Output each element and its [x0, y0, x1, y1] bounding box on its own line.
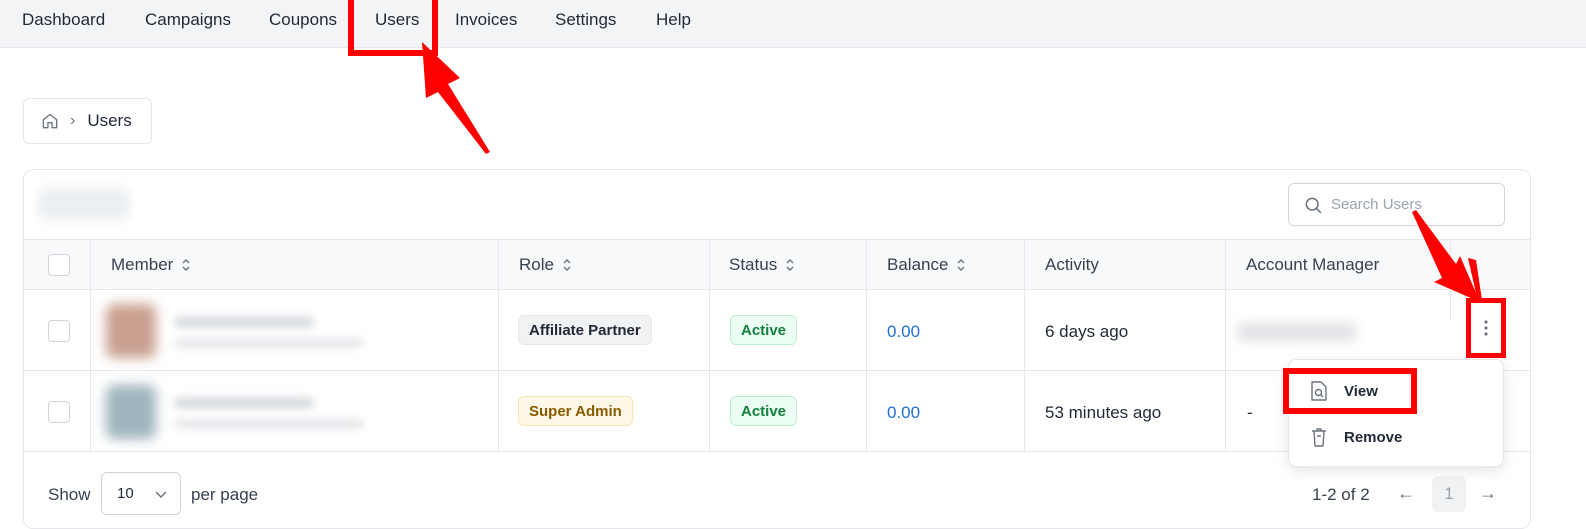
page-number[interactable]: 1 [1432, 476, 1466, 512]
menu-item-remove[interactable]: Remove [1309, 426, 1402, 448]
column-activity: Activity [1045, 240, 1099, 289]
member-name-redacted [174, 316, 314, 328]
column-account-manager: Account Manager [1246, 240, 1379, 289]
annotation-arrow [1412, 210, 1482, 302]
column-status-label: Status [729, 254, 778, 274]
column-role-label: Role [519, 254, 554, 274]
member-redacted [104, 383, 394, 441]
member-email-redacted [174, 338, 364, 348]
column-role[interactable]: Role [519, 240, 572, 289]
card-title-redacted [38, 188, 130, 220]
nav-help[interactable]: Help [656, 10, 691, 30]
highlight-view-item [1283, 368, 1417, 414]
nav-dashboard[interactable]: Dashboard [22, 10, 105, 30]
status-badge: Active [730, 396, 798, 426]
column-account-manager-label: Account Manager [1246, 254, 1380, 274]
search-icon [1305, 197, 1322, 213]
pagination-range: 1-2 of 2 [1312, 485, 1370, 504]
chevron-right-icon: › [70, 112, 76, 129]
table-header: Member Role Status Balance Activity Acco… [24, 239, 1530, 290]
home-icon[interactable] [40, 111, 60, 131]
kebab-menu-icon [1484, 320, 1488, 336]
arrow-right-icon[interactable]: → [1479, 483, 1497, 504]
per-page-select[interactable]: 10 [101, 472, 181, 515]
role-badge: Affiliate Partner [518, 315, 652, 345]
member-redacted [104, 302, 394, 360]
column-balance-label: Balance [887, 254, 949, 274]
activity-text: 6 days ago [1045, 322, 1129, 341]
sort-icon [563, 258, 571, 271]
avatar [106, 304, 156, 358]
breadcrumb: › Users [23, 98, 152, 144]
account-manager-text: - [1247, 403, 1253, 422]
sort-icon [957, 258, 965, 271]
menu-item-remove-label: Remove [1344, 428, 1403, 446]
nav-invoices[interactable]: Invoices [455, 10, 517, 30]
column-balance[interactable]: Balance [887, 240, 966, 289]
sort-icon [786, 258, 794, 271]
nav-campaigns[interactable]: Campaigns [145, 10, 231, 30]
nav-coupons[interactable]: Coupons [269, 10, 337, 30]
status-badge: Active [730, 315, 798, 345]
member-email-redacted [174, 419, 364, 429]
column-activity-label: Activity [1045, 254, 1099, 274]
avatar [106, 385, 156, 439]
per-page-label: per page [191, 485, 259, 504]
breadcrumb-current: Users [87, 111, 132, 130]
account-manager-redacted [1237, 322, 1357, 342]
per-page-value: 10 [117, 485, 134, 502]
trash-icon [1312, 428, 1326, 447]
arrow-left-icon[interactable]: ← [1397, 483, 1415, 504]
row-checkbox[interactable] [48, 320, 70, 342]
column-member-label: Member [111, 254, 174, 274]
column-status[interactable]: Status [729, 240, 795, 289]
column-member[interactable]: Member [111, 240, 191, 289]
role-badge: Super Admin [518, 396, 633, 426]
activity-text: 53 minutes ago [1045, 403, 1162, 422]
member-name-redacted [174, 397, 314, 409]
show-label: Show [48, 485, 91, 504]
row-checkbox[interactable] [48, 401, 70, 423]
sort-icon [182, 258, 190, 271]
select-all-checkbox[interactable] [48, 254, 70, 276]
annotation-arrow [422, 42, 490, 154]
users-card: Member Role Status Balance Activity Acco… [23, 169, 1531, 529]
balance-link[interactable]: 0.00 [887, 403, 920, 423]
nav-settings[interactable]: Settings [555, 10, 616, 30]
balance-link[interactable]: 0.00 [887, 322, 920, 342]
chevron-down-icon [155, 491, 167, 499]
top-nav: Dashboard Campaigns Coupons Users Invoic… [0, 0, 1586, 48]
